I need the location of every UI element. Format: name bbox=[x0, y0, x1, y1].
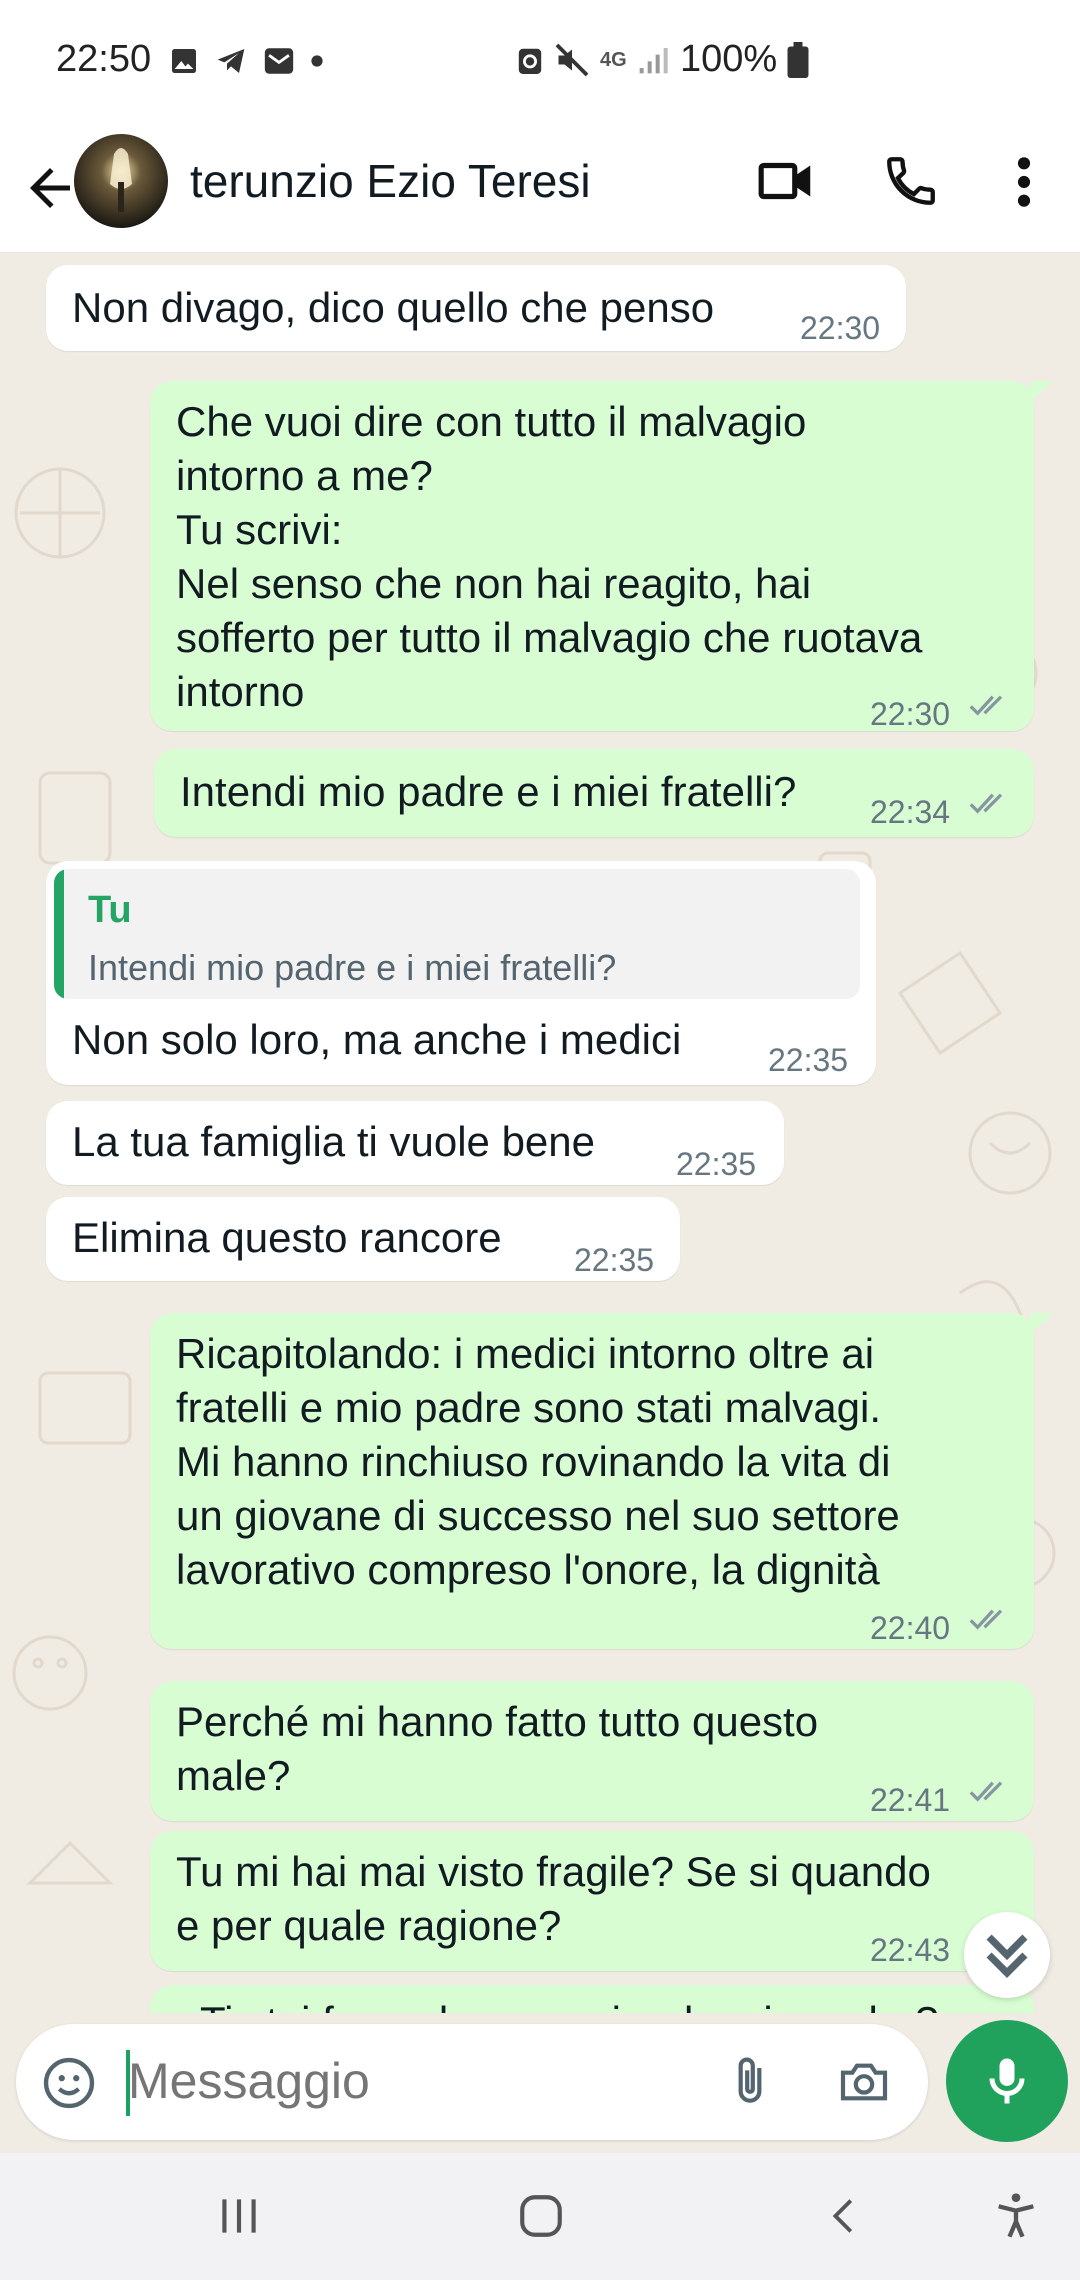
phone-icon bbox=[887, 157, 935, 205]
message-line: Che vuoi dire con tutto il malvagio bbox=[176, 398, 807, 445]
emoji-icon[interactable] bbox=[40, 2054, 98, 2112]
telegram-icon bbox=[217, 49, 245, 73]
bubble-tail bbox=[1030, 381, 1054, 401]
status-bar: 22:50 4G 100% bbox=[0, 0, 1080, 128]
message-time: 22:40 bbox=[870, 1610, 951, 1646]
message-time: 22:34 bbox=[870, 794, 951, 830]
read-ticks-icon bbox=[969, 1609, 1003, 1630]
message-text: Tu mi hai mai visto fragile? Se si quand… bbox=[176, 1845, 931, 1953]
read-ticks-icon bbox=[969, 695, 1003, 716]
video-call-button[interactable] bbox=[756, 150, 818, 212]
message-bubble-incoming[interactable]: Non divago, dico quello che penso 22:30 bbox=[46, 265, 906, 351]
message-line: intorno a me? bbox=[176, 452, 433, 499]
double-chevron-down-icon bbox=[986, 1934, 1028, 1978]
arrow-back-icon bbox=[30, 168, 70, 208]
message-input[interactable] bbox=[128, 2052, 688, 2110]
message-bubble-outgoing[interactable]: Intendi mio padre e i miei fratelli? 22:… bbox=[154, 749, 1034, 837]
quote-bar bbox=[54, 869, 64, 999]
attach-icon[interactable] bbox=[722, 2054, 778, 2110]
voice-call-button[interactable] bbox=[882, 152, 940, 210]
mute-icon bbox=[555, 43, 589, 76]
message-text: Non solo loro, ma anche i medici bbox=[72, 1016, 682, 1063]
camera-icon[interactable] bbox=[834, 2054, 894, 2110]
voice-message-button[interactable] bbox=[946, 2020, 1068, 2142]
message-text: Ricapitolando: i medici intorno oltre ai… bbox=[176, 1327, 900, 1597]
recent-apps-icon[interactable] bbox=[214, 2193, 264, 2239]
message-bubble-outgoing[interactable]: Tu mi hai mai visto fragile? Se si quand… bbox=[150, 1831, 1034, 1971]
quote-text: Intendi mio padre e i miei fratelli? bbox=[88, 947, 617, 988]
avatar[interactable] bbox=[74, 134, 168, 228]
message-text: Ti stai facendo suggerire da mio padre? bbox=[200, 1995, 939, 2013]
message-text: Intendi mio padre e i miei fratelli? bbox=[180, 768, 797, 815]
message-composer[interactable] bbox=[16, 2024, 928, 2140]
status-left-icons bbox=[168, 44, 324, 78]
message-line: intorno bbox=[176, 668, 305, 715]
status-right-icons: 4G 100% bbox=[516, 38, 809, 81]
message-bubble-incoming[interactable]: La tua famiglia ti vuole bene 22:35 bbox=[46, 1101, 784, 1185]
read-ticks-icon bbox=[969, 1781, 1003, 1802]
message-bubble-incoming[interactable]: Tu Intendi mio padre e i miei fratelli? … bbox=[46, 861, 876, 1085]
message-line: Perché mi hanno fatto tutto questo bbox=[176, 1698, 819, 1745]
message-line: male? bbox=[176, 1752, 291, 1799]
message-time: 22:43 bbox=[870, 1932, 951, 1968]
message-line: Mi hanno rinchiuso rovinando la vita di bbox=[176, 1438, 891, 1485]
message-bubble-outgoing[interactable]: Che vuoi dire con tutto il malvagio into… bbox=[150, 381, 1034, 732]
avatar-image bbox=[74, 134, 168, 228]
message-line: un giovane di successo nel suo settore bbox=[176, 1492, 900, 1539]
message-bubble-incoming[interactable]: Elimina questo rancore 22:35 bbox=[46, 1197, 680, 1281]
message-line: e per quale ragione? bbox=[176, 1902, 562, 1949]
contact-name[interactable]: terunzio Ezio Teresi bbox=[190, 154, 591, 208]
message-text: Che vuoi dire con tutto il malvagio into… bbox=[176, 395, 922, 719]
message-line: Nel senso che non hai reagito, hai bbox=[176, 560, 812, 607]
message-text: Non divago, dico quello che penso bbox=[72, 284, 715, 331]
message-bubble-outgoing[interactable]: Ricapitolando: i medici intorno oltre ai… bbox=[150, 1313, 1034, 1649]
read-ticks-icon bbox=[969, 793, 1003, 814]
message-time: 22:30 bbox=[800, 310, 881, 346]
message-time: 22:30 bbox=[870, 696, 951, 732]
mail-icon bbox=[264, 48, 294, 74]
more-vert-icon bbox=[1017, 157, 1031, 207]
network-type: 4G bbox=[600, 48, 627, 71]
message-line: Tu mi hai mai visto fragile? Se si quand… bbox=[176, 1848, 931, 1895]
message-line: lavorativo compreso l'onore, la dignità bbox=[176, 1546, 880, 1593]
image-icon bbox=[172, 49, 196, 73]
message-text: Perché mi hanno fatto tutto questo male? bbox=[176, 1695, 818, 1803]
sync-icon bbox=[518, 48, 542, 74]
quoted-message[interactable]: Tu Intendi mio padre e i miei fratelli? bbox=[54, 869, 860, 999]
message-time: 22:41 bbox=[870, 1782, 951, 1818]
signal-icon bbox=[639, 47, 668, 73]
message-line: Tu scrivi: bbox=[176, 506, 343, 553]
home-icon[interactable] bbox=[516, 2191, 566, 2241]
message-bubble-outgoing[interactable]: Ti stai facendo suggerire da mio padre? bbox=[150, 1985, 1034, 2013]
more-options-button[interactable] bbox=[1004, 154, 1044, 210]
bubble-tail bbox=[1030, 1313, 1054, 1333]
back-nav-icon[interactable] bbox=[822, 2193, 868, 2239]
mic-icon bbox=[989, 2058, 1025, 2104]
dot-icon bbox=[311, 55, 323, 67]
message-bubble-outgoing[interactable]: Perché mi hanno fatto tutto questo male?… bbox=[150, 1681, 1034, 1821]
video-call-icon bbox=[758, 162, 811, 200]
message-line: fratelli e mio padre sono stati malvagi. bbox=[176, 1384, 881, 1431]
back-button[interactable] bbox=[20, 158, 80, 218]
quote-author: Tu bbox=[88, 889, 132, 931]
message-time: 22:35 bbox=[676, 1146, 757, 1182]
battery-icon bbox=[787, 41, 809, 78]
status-time: 22:50 bbox=[56, 38, 152, 80]
message-time: 22:35 bbox=[574, 1242, 655, 1278]
message-line: sofferto per tutto il malvagio che ruota… bbox=[176, 614, 923, 661]
message-line: Ricapitolando: i medici intorno oltre ai bbox=[176, 1330, 875, 1377]
accessibility-icon[interactable] bbox=[990, 2189, 1042, 2241]
message-text: Elimina questo rancore bbox=[72, 1214, 502, 1261]
message-text: La tua famiglia ti vuole bene bbox=[72, 1118, 596, 1165]
battery-percent: 100% bbox=[680, 38, 778, 80]
message-list[interactable]: Non divago, dico quello che penso 22:30 … bbox=[0, 253, 1080, 2013]
scroll-to-bottom-button[interactable] bbox=[964, 1912, 1050, 1998]
system-nav-bar bbox=[0, 2153, 1080, 2280]
message-time: 22:35 bbox=[768, 1042, 849, 1078]
